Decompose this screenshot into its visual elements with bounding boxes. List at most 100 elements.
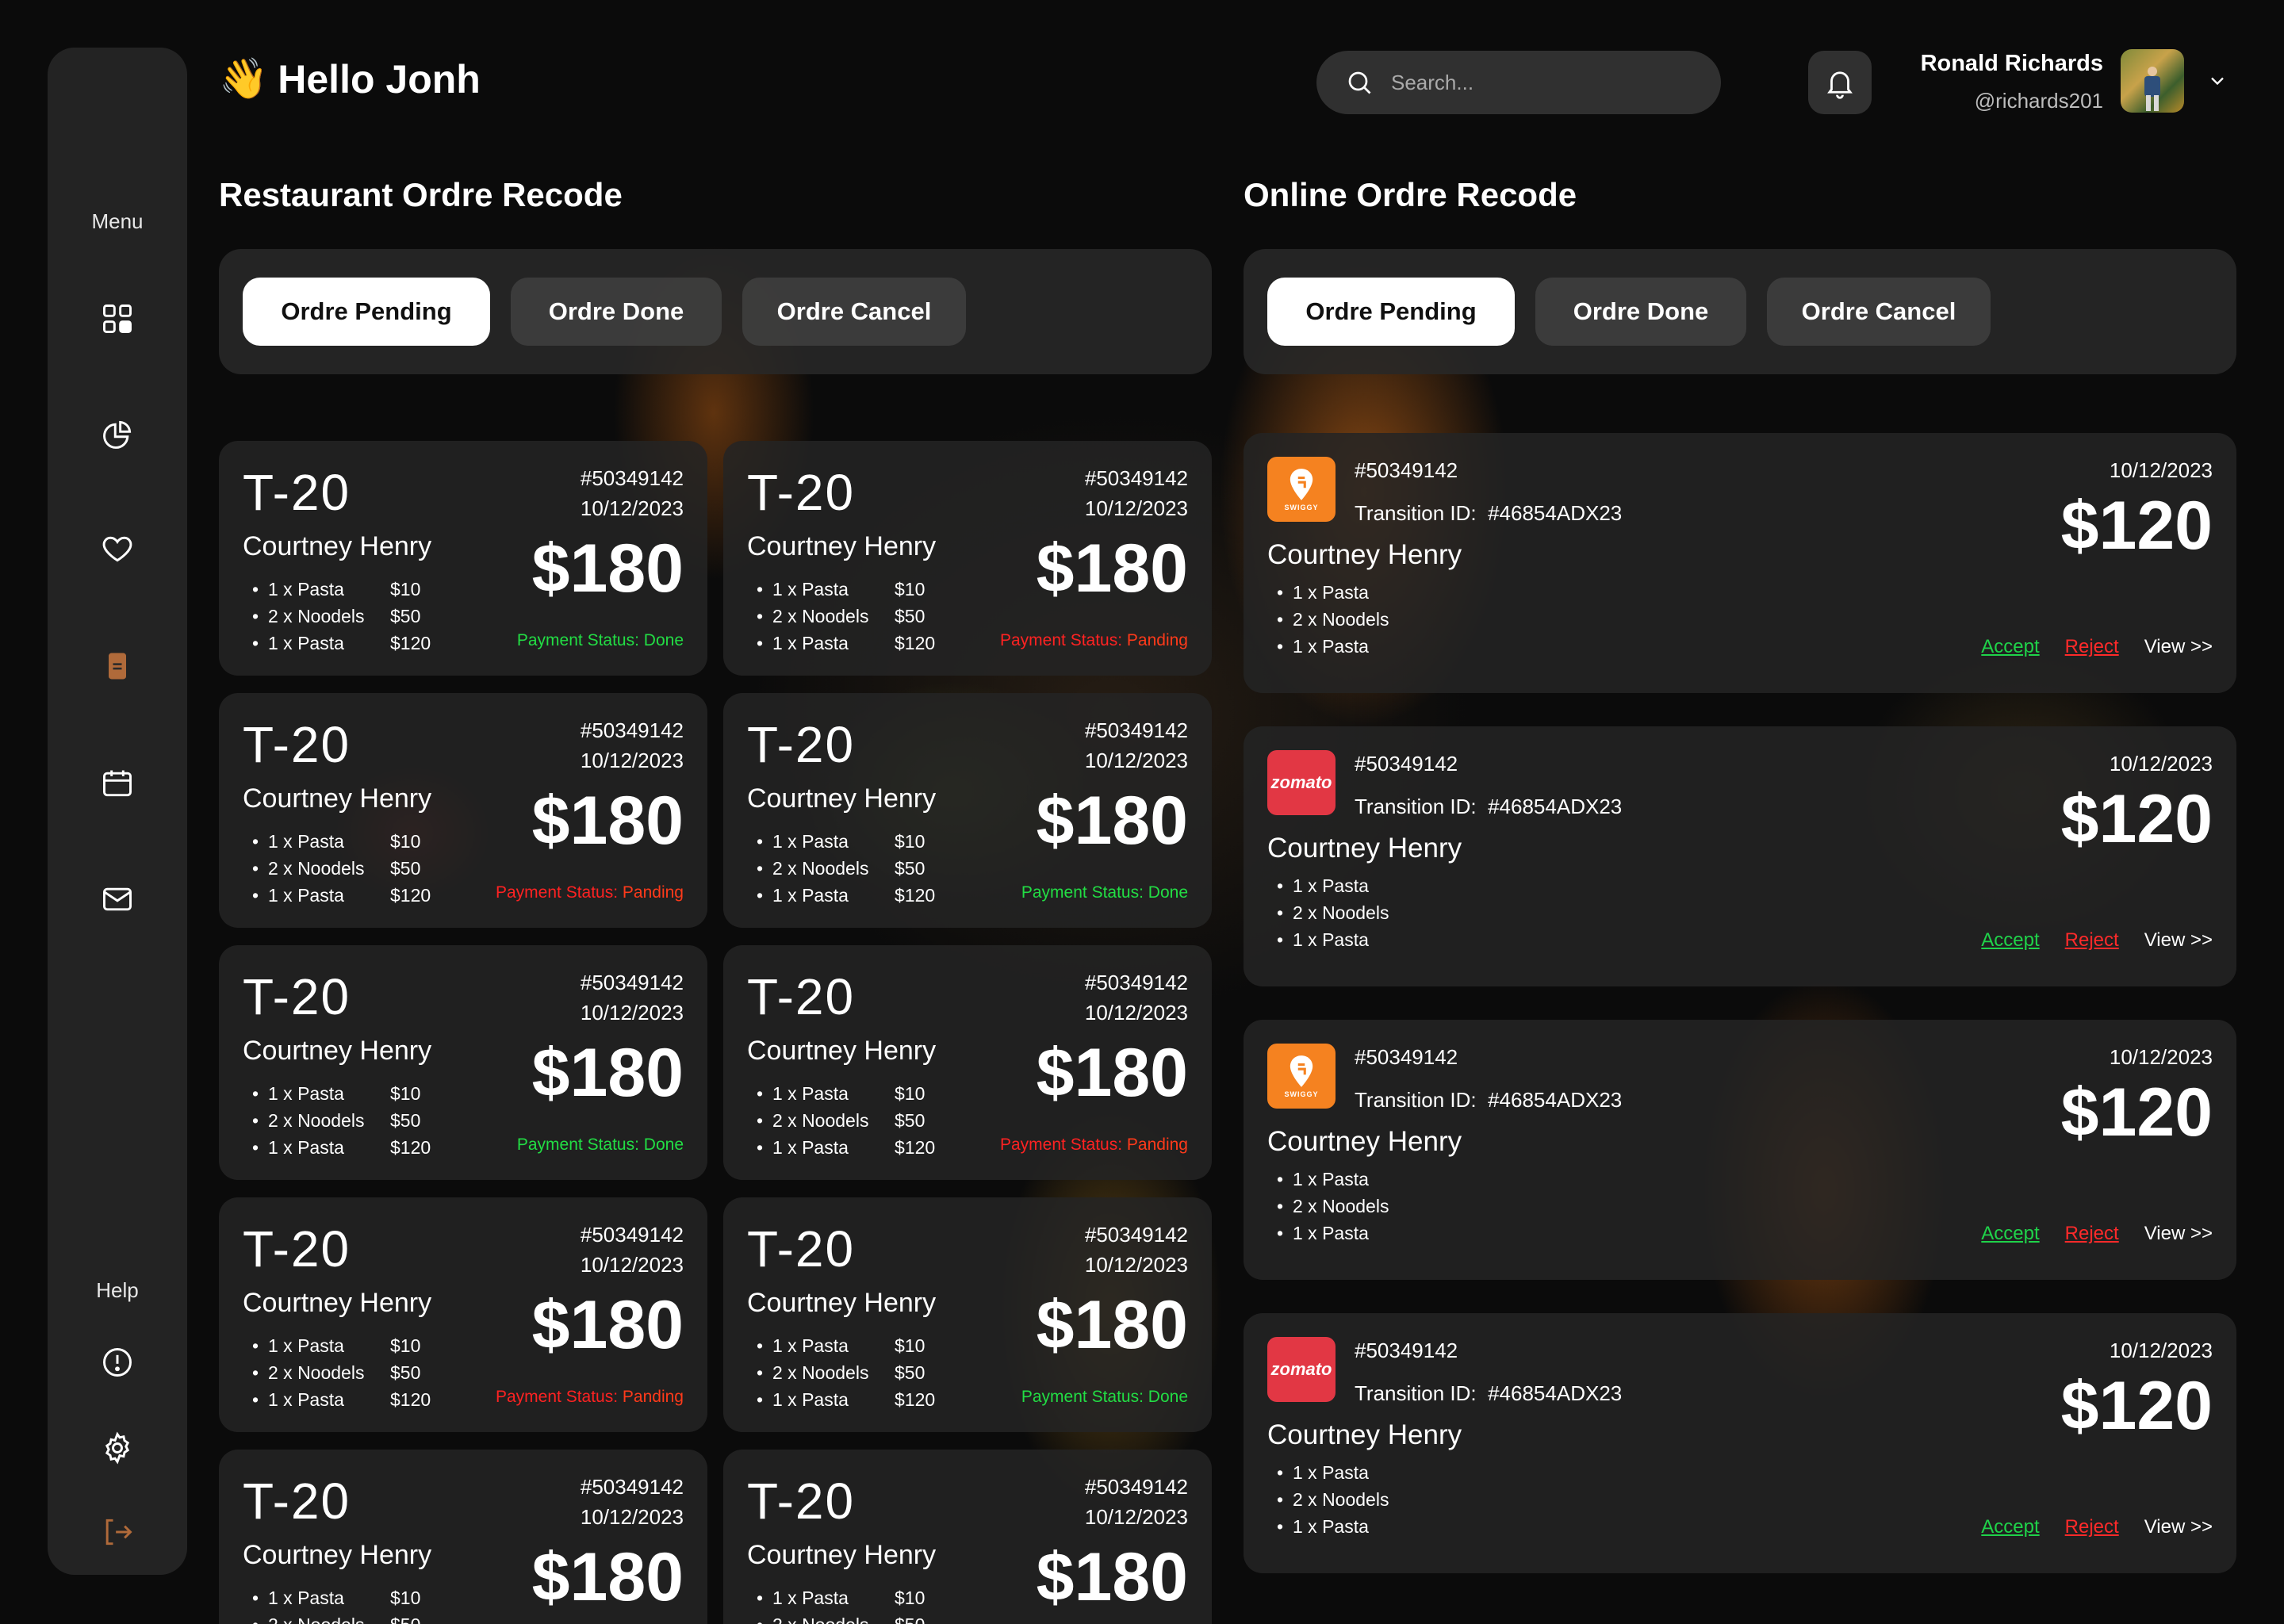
order-note-icon[interactable] [94,642,141,690]
table-number: T-20 [747,968,856,1025]
help-label: Help [96,1278,139,1302]
order-items: 1 x Pasta2 x Noodels1 x Pasta [1277,1166,1389,1247]
tab-online-done[interactable]: Ordre Done [1535,278,1746,346]
chevron-down-icon[interactable] [2206,70,2228,96]
order-item: 1 x Pasta $10 [252,1584,431,1611]
customer-name: Courtney Henry [1267,833,1462,864]
restaurant-order-card[interactable]: T-20 #50349142 10/12/2023 Courtney Henry… [723,1197,1212,1432]
sidebar: Menu Help [48,48,187,1575]
payment-status: Payment Status: Panding [496,1388,684,1407]
item-name: 2 x Noodels [268,1362,365,1383]
online-order-card[interactable]: zomato #50349142 Transition ID: #46854AD… [1244,1313,2236,1573]
online-order-card[interactable]: SWIGGY #50349142 Transition ID: #46854AD… [1244,433,2236,693]
reject-link[interactable]: Reject [2065,636,2119,658]
search-input[interactable] [1391,70,1692,95]
logo-text: zomato [1270,772,1332,792]
transaction-id: Transition ID: #46854ADX23 [1355,795,1622,819]
payment-status-value: Panding [622,1388,684,1406]
restaurant-order-card[interactable]: T-20 #50349142 10/12/2023 Courtney Henry… [723,441,1212,676]
restaurant-order-card[interactable]: T-20 #50349142 10/12/2023 Courtney Henry… [219,1450,707,1624]
order-item: 2 x Noodels $50 [252,603,431,630]
mail-icon[interactable] [94,875,141,923]
accept-link[interactable]: Accept [1981,636,2039,658]
order-date: 10/12/2023 [1084,1001,1188,1025]
heart-icon[interactable] [94,525,141,573]
order-item: 1 x Pasta $120 [252,1134,431,1161]
gear-icon[interactable] [94,1424,141,1472]
view-link[interactable]: View >> [2144,1516,2213,1538]
accept-link[interactable]: Accept [1981,1516,2039,1538]
view-link[interactable]: View >> [2144,929,2213,952]
order-items: 1 x Pasta2 x Noodels1 x Pasta [1277,579,1389,660]
table-number: T-20 [243,968,351,1025]
order-date: 10/12/2023 [1084,1505,1188,1529]
restaurant-order-card[interactable]: T-20 #50349142 10/12/2023 Courtney Henry… [219,945,707,1180]
order-items: 1 x Pasta $10 2 x Noodels $50 1 x Pasta $120 [252,1080,431,1161]
order-item: 1 x Pasta $10 [757,1080,935,1107]
tab-online-pending[interactable]: Ordre Pending [1267,278,1515,346]
tab-restaurant-pending[interactable]: Ordre Pending [243,278,490,346]
restaurant-order-card[interactable]: T-20 #50349142 10/12/2023 Courtney Henry… [723,1450,1212,1624]
tab-restaurant-done[interactable]: Ordre Done [511,278,722,346]
restaurant-order-card[interactable]: T-20 #50349142 10/12/2023 Courtney Henry… [723,945,1212,1180]
table-number: T-20 [747,1473,856,1530]
tab-restaurant-cancel[interactable]: Ordre Cancel [742,278,966,346]
order-id: #50349142 [1084,971,1188,994]
transaction-value: #46854ADX23 [1488,795,1623,818]
order-item: 1 x Pasta [1277,1166,1389,1193]
order-total: $180 [1036,1035,1188,1111]
accept-link[interactable]: Accept [1981,1223,2039,1245]
order-total: $180 [531,783,684,859]
payment-status-label: Payment Status: [1000,1136,1123,1154]
item-price: $10 [895,831,925,852]
notification-button[interactable] [1808,51,1872,114]
table-number: T-20 [243,464,351,521]
tab-online-cancel[interactable]: Ordre Cancel [1767,278,1991,346]
customer-name: Courtney Henry [1267,539,1462,570]
online-order-card[interactable]: SWIGGY #50349142 Transition ID: #46854AD… [1244,1020,2236,1280]
payment-status-label: Payment Status: [516,631,639,649]
order-item: 1 x Pasta $120 [252,1386,431,1413]
order-date: 10/12/2023 [580,1505,684,1529]
accept-link[interactable]: Accept [1981,929,2039,952]
order-date: 10/12/2023 [580,1253,684,1277]
restaurant-section-title: Restaurant Ordre Recode [219,176,623,213]
order-actions: Accept Reject View >> [1981,929,2213,952]
item-price: $10 [390,831,421,852]
payment-status: Payment Status: Done [517,631,684,650]
search-bar[interactable] [1316,51,1721,114]
item-name: 2 x Noodels [772,858,869,879]
view-link[interactable]: View >> [2144,636,2213,658]
order-item: 1 x Pasta [1277,1220,1389,1247]
item-name: 1 x Pasta [772,633,849,653]
order-id: #50349142 [1355,1339,1458,1362]
reject-link[interactable]: Reject [2065,929,2119,952]
pie-chart-icon[interactable] [94,411,141,458]
view-link[interactable]: View >> [2144,1223,2213,1245]
order-item: 2 x Noodels [1277,899,1389,926]
item-name: 1 x Pasta [772,1137,849,1158]
restaurant-order-card[interactable]: T-20 #50349142 10/12/2023 Courtney Henry… [219,441,707,676]
order-item: 1 x Pasta $10 [252,576,431,603]
alert-circle-icon[interactable] [94,1339,141,1386]
logout-icon[interactable] [94,1508,141,1556]
restaurant-order-card[interactable]: T-20 #50349142 10/12/2023 Courtney Henry… [219,693,707,928]
avatar[interactable] [2121,49,2184,113]
payment-status-value: Done [1148,883,1188,902]
order-item: 1 x Pasta $120 [252,630,431,657]
item-name: 1 x Pasta [268,633,344,653]
item-price: $50 [895,858,925,879]
customer-name: Courtney Henry [747,783,937,814]
reject-link[interactable]: Reject [2065,1223,2119,1245]
order-id: #50349142 [1084,718,1188,742]
menu-label: Menu [91,209,144,233]
table-number: T-20 [243,1220,351,1277]
calendar-icon[interactable] [94,760,141,807]
item-price: $50 [390,858,421,879]
online-order-card[interactable]: zomato #50349142 Transition ID: #46854AD… [1244,726,2236,986]
item-name: 2 x Noodels [268,1110,365,1131]
restaurant-order-card[interactable]: T-20 #50349142 10/12/2023 Courtney Henry… [723,693,1212,928]
restaurant-order-card[interactable]: T-20 #50349142 10/12/2023 Courtney Henry… [219,1197,707,1432]
reject-link[interactable]: Reject [2065,1516,2119,1538]
dashboard-grid-icon[interactable] [94,295,141,343]
